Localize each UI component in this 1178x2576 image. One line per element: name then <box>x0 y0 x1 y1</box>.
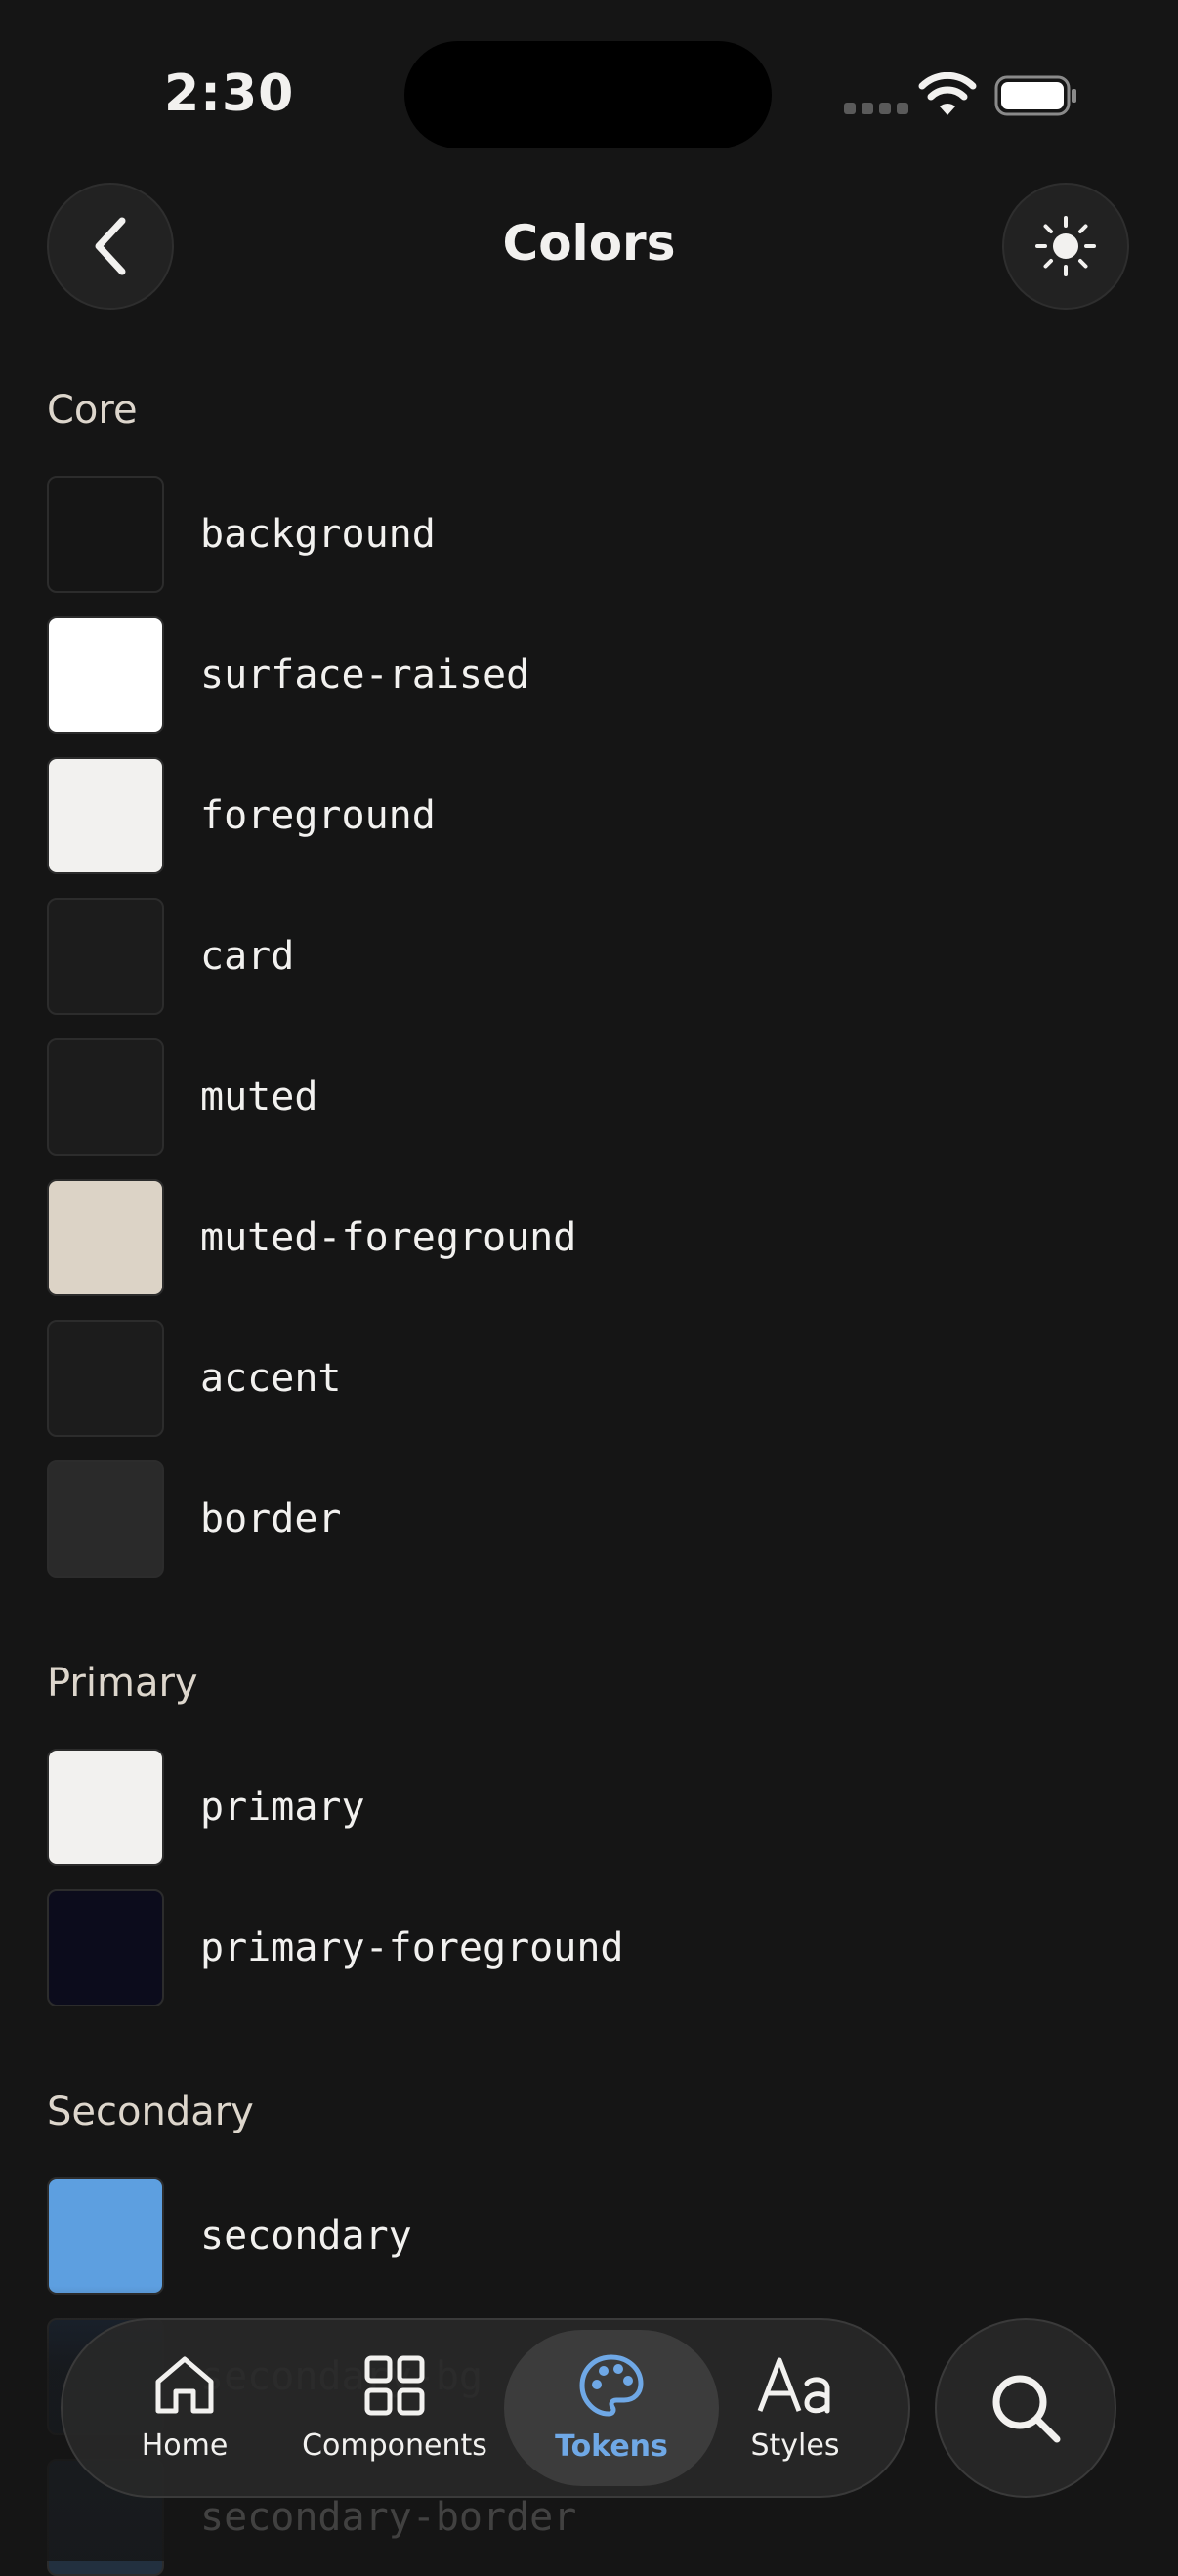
token-row[interactable]: muted <box>47 1038 317 1156</box>
color-swatch <box>47 2177 164 2295</box>
token-row[interactable]: surface-raised <box>47 616 529 734</box>
section-title-secondary: Secondary <box>47 2090 254 2134</box>
token-name: primary <box>200 1785 365 1830</box>
status-time: 2:30 <box>164 64 295 123</box>
tab-components[interactable]: Components <box>282 2330 507 2486</box>
token-row[interactable]: accent <box>47 1320 342 1437</box>
status-bar: 2:30 <box>0 0 1178 186</box>
token-name: secondary <box>200 2214 412 2259</box>
token-row[interactable]: primary <box>47 1749 365 1866</box>
wifi-icon <box>918 72 977 115</box>
tab-home[interactable]: Home <box>121 2330 248 2486</box>
section-title-core: Core <box>47 388 138 433</box>
token-name: primary-foreground <box>200 1925 624 1970</box>
token-row[interactable]: background <box>47 476 436 593</box>
color-swatch <box>47 757 164 874</box>
color-swatch <box>47 1038 164 1156</box>
color-swatch <box>47 1179 164 1296</box>
token-name: muted-foreground <box>200 1215 577 1260</box>
token-name: foreground <box>200 793 436 838</box>
token-name: background <box>200 512 436 557</box>
token-name: surface-raised <box>200 653 530 697</box>
color-swatch <box>47 1889 164 2006</box>
grid-icon <box>364 2355 425 2415</box>
token-row[interactable]: border <box>47 1460 342 1578</box>
tab-tokens[interactable]: Tokens <box>504 2330 719 2486</box>
tab-styles[interactable]: Styles <box>727 2330 863 2486</box>
token-row[interactable]: muted-foreground <box>47 1179 576 1296</box>
dynamic-island <box>404 41 772 148</box>
tab-label: Tokens <box>555 2428 668 2464</box>
token-name: accent <box>200 1356 342 1401</box>
tab-label: Components <box>302 2428 487 2463</box>
token-name: card <box>200 934 295 979</box>
cellular-signal-icon <box>844 103 908 114</box>
color-swatch <box>47 1460 164 1578</box>
tab-label: Styles <box>750 2428 840 2463</box>
search-icon <box>992 2375 1061 2443</box>
theme-toggle-button[interactable] <box>1002 183 1129 310</box>
section-title-primary: Primary <box>47 1661 198 1706</box>
token-row[interactable]: primary-foreground <box>47 1889 623 2006</box>
battery-icon <box>994 75 1076 116</box>
color-swatch <box>47 476 164 593</box>
token-row[interactable]: secondary <box>47 2177 412 2295</box>
token-row[interactable]: card <box>47 898 294 1015</box>
sun-icon <box>1035 216 1096 276</box>
tab-bar: Home Components Tokens Styles <box>61 2318 910 2498</box>
palette-icon <box>579 2354 644 2416</box>
token-row[interactable]: foreground <box>47 757 436 874</box>
color-swatch <box>47 1320 164 1437</box>
house-icon <box>155 2356 214 2413</box>
typography-icon <box>757 2357 830 2413</box>
color-swatch <box>47 898 164 1015</box>
tab-label: Home <box>141 2428 229 2463</box>
token-name: muted <box>200 1075 318 1119</box>
token-name: border <box>200 1497 342 1541</box>
color-swatch <box>47 1749 164 1866</box>
search-button[interactable] <box>935 2318 1116 2498</box>
color-swatch <box>47 616 164 734</box>
